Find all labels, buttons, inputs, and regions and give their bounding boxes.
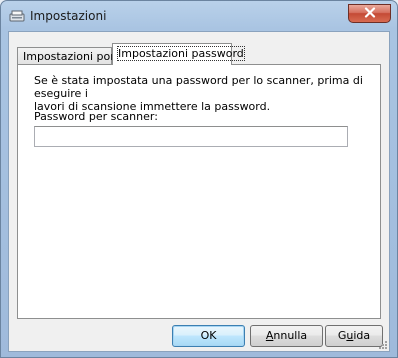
- description-line: Se è stata impostata una password per lo…: [34, 74, 363, 100]
- ok-button[interactable]: OK: [172, 325, 245, 347]
- window-title: Impostazioni: [30, 9, 107, 23]
- tab-port-settings[interactable]: Impostazioni porta: [17, 47, 126, 64]
- dialog-client-area: Impostazioni porta Impostazioni password…: [8, 31, 390, 352]
- help-button[interactable]: Guida: [325, 325, 383, 347]
- tab-label: Impostazioni porta: [23, 50, 126, 63]
- close-icon: [364, 6, 376, 21]
- password-label: Password per scanner:: [34, 110, 158, 123]
- scanner-settings-icon: [9, 9, 25, 23]
- resize-grip-icon[interactable]: [378, 340, 388, 350]
- tab-password-settings[interactable]: Impostazioni password: [112, 43, 245, 65]
- help-label-rest: ida: [353, 329, 371, 342]
- cancel-label-rest: nnulla: [273, 329, 308, 342]
- tab-label: Impostazioni password: [117, 46, 245, 61]
- settings-dialog: Impostazioni Impostazioni porta Impostaz…: [0, 0, 398, 358]
- description-text: Se è stata impostata una password per lo…: [34, 74, 374, 113]
- cancel-button[interactable]: Annulla: [250, 325, 323, 347]
- ok-label: OK: [200, 329, 217, 342]
- title-bar[interactable]: Impostazioni: [1, 1, 397, 31]
- close-button[interactable]: [348, 4, 391, 23]
- password-settings-panel: Se è stata impostata una password per lo…: [17, 64, 381, 319]
- password-input[interactable]: [34, 126, 348, 147]
